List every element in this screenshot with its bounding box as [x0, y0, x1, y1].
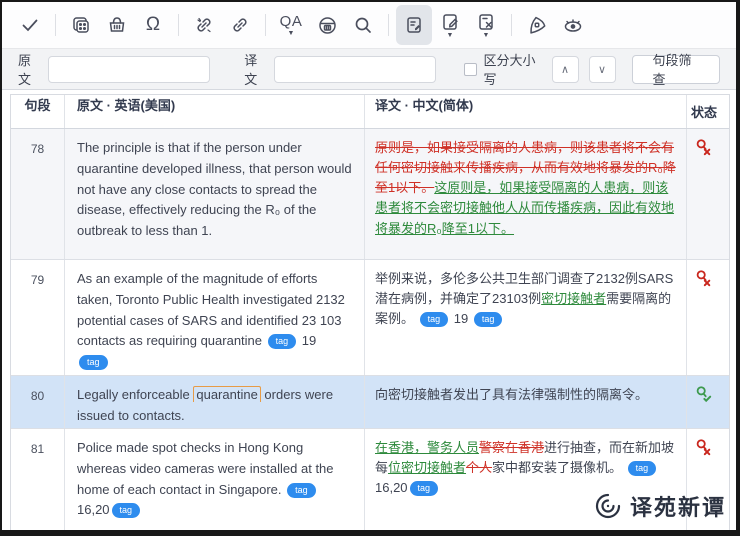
toolbar-divider	[265, 14, 266, 36]
basket-icon[interactable]	[99, 5, 135, 45]
confirm-icon[interactable]	[12, 5, 48, 45]
stamp-icon[interactable]	[519, 5, 555, 45]
case-sensitive-checkbox[interactable]	[464, 63, 477, 76]
text-run-del: 警察在香港	[479, 440, 544, 455]
machine-translation-icon[interactable]	[309, 5, 345, 45]
text-run-n: 19	[450, 311, 472, 326]
toolbar-divider	[55, 14, 56, 36]
target-text-cell[interactable]: 原则是，如果接受隔离的人患病，则该患者将不会有任何密切接触来传播疾病，从而有效地…	[365, 129, 687, 259]
toolbar-divider	[388, 14, 389, 36]
source-text-cell[interactable]: The principle is that if the person unde…	[65, 129, 365, 259]
watermark-logo-icon	[594, 492, 622, 520]
search-filter-bar: 原文 译文 区分大小写 ∧ ∨ 句段筛查	[2, 48, 736, 90]
text-run-del: 个人	[466, 460, 492, 475]
case-sensitive-label: 区分大小写	[483, 50, 541, 88]
inline-tag[interactable]: tag	[268, 334, 297, 349]
column-header-target[interactable]: 译文 · 中文(简体)	[365, 95, 687, 128]
segment-number: 78	[11, 129, 65, 259]
inline-tag[interactable]: tag	[410, 481, 439, 496]
target-search-input[interactable]	[274, 56, 436, 83]
status-rejected-icon	[694, 438, 712, 456]
text-run-n: 16,20	[77, 502, 110, 517]
status-rejected-icon	[694, 138, 712, 156]
find-next-button[interactable]: ∨	[589, 56, 616, 83]
clear-translation-icon[interactable]: ▼	[468, 5, 504, 45]
copy-source-icon[interactable]	[63, 5, 99, 45]
status-rejected-icon	[694, 269, 712, 287]
status-cell	[687, 376, 729, 428]
source-text-cell[interactable]: As an example of the magnitude of effort…	[65, 260, 365, 375]
text-run-n: The principle is that if the person unde…	[77, 140, 352, 238]
segment-table: 句段 原文 · 英语(美国) 译文 · 中文(简体) 状态 78 The pri…	[10, 94, 730, 530]
target-text-cell[interactable]: 举例来说，多伦多公共卫生部门调查了2132例SARS潜在病例，并确定了23103…	[365, 260, 687, 375]
toolbar: Ω QA ▼ ▼ ▼	[2, 2, 736, 48]
chevron-down-icon: ▼	[288, 31, 295, 37]
qa-label: QA	[280, 13, 303, 30]
omega-label: Ω	[146, 16, 160, 34]
status-cell	[687, 129, 729, 259]
chevron-down-icon: ▼	[447, 33, 454, 39]
segment-number: 80	[11, 376, 65, 428]
translation-editor-window: Ω QA ▼ ▼ ▼	[0, 0, 740, 536]
doc-edit-icon[interactable]: ▼	[432, 5, 468, 45]
status-approved-icon	[694, 385, 712, 403]
watermark-text: 译苑新谭	[630, 490, 726, 522]
inline-tag[interactable]: tag	[112, 503, 141, 518]
segment-filter-button[interactable]: 句段筛查	[632, 55, 720, 84]
qa-icon[interactable]: QA ▼	[273, 5, 309, 45]
column-header-status[interactable]: 状态	[687, 102, 729, 121]
table-row[interactable]: 79 As an example of the magnitude of eff…	[11, 260, 729, 376]
target-search-label: 译文	[244, 50, 267, 88]
inline-tag[interactable]: tag	[287, 483, 316, 498]
unlink-icon[interactable]	[186, 5, 222, 45]
text-run-n: 19	[298, 333, 316, 348]
source-text-cell[interactable]: Police made spot checks in Hong Kong whe…	[65, 429, 365, 530]
source-search-label: 原文	[18, 50, 41, 88]
text-run-ins: 在香港，警务人员	[375, 440, 479, 455]
source-text-cell[interactable]: Legally enforceable quarantine orders we…	[65, 376, 365, 428]
source-search-input[interactable]	[48, 56, 210, 83]
target-text-cell[interactable]: 向密切接触者发出了具有法律强制性的隔离令。	[365, 376, 687, 428]
column-header-segment[interactable]: 句段	[11, 95, 65, 128]
text-run-ins: 密切接触者	[541, 291, 606, 306]
text-run-hl: quarantine	[193, 386, 260, 402]
special-character-icon[interactable]: Ω	[135, 5, 171, 45]
segment-number: 81	[11, 429, 65, 530]
text-run-n: Legally enforceable	[77, 387, 193, 402]
watermark: 译苑新谭	[594, 490, 726, 522]
term-edit-icon[interactable]	[396, 5, 432, 45]
inline-tag[interactable]: tag	[420, 312, 449, 327]
table-header-row: 句段 原文 · 英语(美国) 译文 · 中文(简体) 状态	[11, 95, 729, 129]
inline-tag[interactable]: tag	[628, 461, 657, 476]
segment-number: 79	[11, 260, 65, 375]
find-previous-button[interactable]: ∧	[552, 56, 579, 83]
status-cell	[687, 260, 729, 375]
toolbar-divider	[511, 14, 512, 36]
inline-tag[interactable]: tag	[79, 355, 108, 370]
table-body: 78 The principle is that if the person u…	[11, 129, 729, 530]
search-icon[interactable]	[345, 5, 381, 45]
table-row[interactable]: 80 Legally enforceable quarantine orders…	[11, 376, 729, 429]
preview-eye-icon[interactable]	[555, 5, 591, 45]
text-run-n: 家中都安装了摄像机。	[492, 460, 626, 475]
text-run-n: 向密切接触者发出了具有法律强制性的隔离令。	[375, 387, 648, 402]
table-row[interactable]: 78 The principle is that if the person u…	[11, 129, 729, 260]
toolbar-divider	[178, 14, 179, 36]
text-run-ins: 位密切接触者	[388, 460, 466, 475]
link-icon[interactable]	[222, 5, 258, 45]
inline-tag[interactable]: tag	[474, 312, 503, 327]
chevron-down-icon: ▼	[483, 33, 490, 39]
column-header-source[interactable]: 原文 · 英语(美国)	[65, 95, 365, 128]
text-run-n: 16,20	[375, 480, 408, 495]
